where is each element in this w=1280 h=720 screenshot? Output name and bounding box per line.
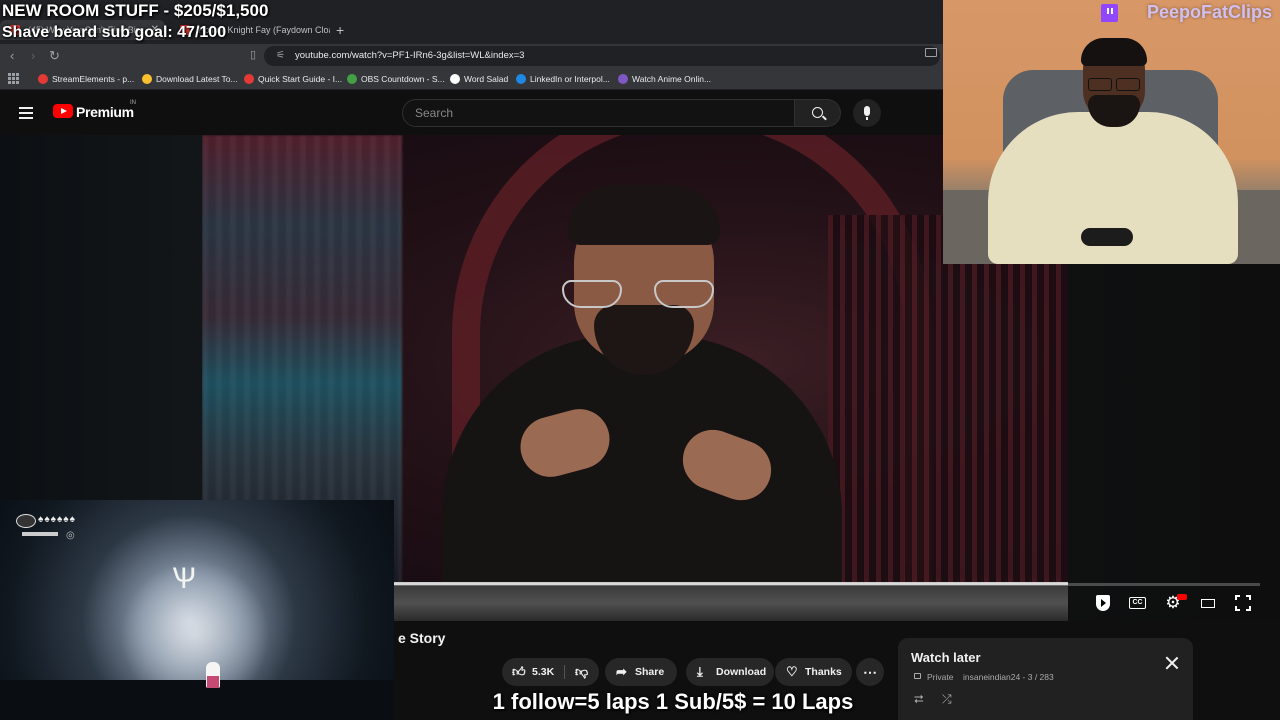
url-field[interactable]: ⚟ youtube.com/watch?v=PF1-IRn6-3g&list=W… <box>264 46 940 66</box>
reload-icon[interactable]: ↻ <box>49 48 60 64</box>
divider <box>564 665 565 679</box>
streamer-hair <box>1081 38 1147 66</box>
clips-channel-name: PeepoFatClips <box>1146 2 1272 22</box>
cast-icon[interactable] <box>925 48 937 57</box>
bookmark-favicon-icon <box>450 74 460 84</box>
twitch-icon <box>1101 4 1118 22</box>
site-info-icon[interactable]: ⚟ <box>276 46 285 66</box>
close-icon[interactable] <box>1165 656 1179 670</box>
captions-icon: CC <box>1129 597 1146 609</box>
bookshelf-right <box>828 215 1068 585</box>
bookmark-item[interactable]: Watch Anime Onlin... <box>618 68 711 90</box>
menu-icon[interactable] <box>19 107 33 119</box>
bookmark-favicon-icon <box>244 74 254 84</box>
url-text: youtube.com/watch?v=PF1-IRn6-3g&list=WL&… <box>295 50 525 61</box>
bookmark-label: Download Latest To... <box>156 74 238 84</box>
voice-search-button[interactable] <box>853 99 881 127</box>
game-capture: Ѱ ♠♠♠♠♠♠ ◎ <box>0 500 394 720</box>
presenter-hair <box>568 185 720 245</box>
soul-bar <box>22 532 58 536</box>
video-title: e Story <box>398 630 446 646</box>
bookmark-label: Quick Start Guide - I... <box>258 74 343 84</box>
bookmark-favicon-icon <box>618 74 628 84</box>
share-icon: ➦ <box>616 664 627 679</box>
back-icon[interactable]: ‹ <box>10 48 14 64</box>
download-icon: ⤓ <box>697 664 703 679</box>
share-button[interactable]: ➦ Share <box>605 658 677 686</box>
game-emblem-icon: Ѱ <box>172 562 196 595</box>
search-icon <box>812 107 823 118</box>
bookmark-favicon-icon <box>38 74 48 84</box>
playlist-meta: insaneindian24 - 3 / 283 <box>963 672 1054 682</box>
captions-button[interactable]: CC <box>1128 593 1148 613</box>
bookmark-item[interactable]: Quick Start Guide - I... <box>244 68 342 90</box>
thanks-label: Thanks <box>805 666 842 678</box>
knight-cloak <box>207 676 219 688</box>
more-actions-button[interactable]: ⋯ <box>856 658 884 686</box>
privacy-label: Private <box>927 672 954 682</box>
bookmark-label: Word Salad <box>464 74 509 84</box>
health-masks-icon: ♠♠♠♠♠♠ <box>38 514 76 525</box>
bookmark-favicon-icon <box>516 74 526 84</box>
share-label: Share <box>635 666 665 678</box>
sponsorblock-icon[interactable] <box>1093 593 1113 613</box>
bookmark-item[interactable]: Download Latest To... <box>142 68 238 90</box>
search-button[interactable] <box>795 99 841 127</box>
bookmark-item[interactable]: LinkedIn or Interpol... <box>516 68 610 90</box>
like-count[interactable]: 5.3K <box>532 658 554 686</box>
download-label: Download <box>716 666 767 678</box>
hd-badge <box>1177 594 1187 600</box>
forward-icon[interactable]: › <box>31 48 35 64</box>
video-desk-bottom <box>394 585 1068 621</box>
laps-ticker: 1 follow=5 laps 1 Sub/5$ = 10 Laps <box>492 689 854 714</box>
youtube-brand[interactable]: Premium <box>76 104 134 120</box>
theater-icon <box>1201 599 1215 608</box>
fullscreen-button[interactable] <box>1233 593 1253 613</box>
heart-dollar-icon: ♡ <box>786 664 798 679</box>
search-input[interactable] <box>403 100 794 126</box>
bookmark-item[interactable]: StreamElements - p... <box>38 68 134 90</box>
youtube-header: Premium IN <box>0 91 943 135</box>
privacy-badge: Private <box>914 672 953 682</box>
game-controller <box>1081 228 1133 246</box>
webcam-overlay: PeepoFatClips <box>943 0 1280 264</box>
search-box[interactable] <box>402 99 795 127</box>
youtube-logo-icon[interactable] <box>53 104 73 118</box>
microphone-icon <box>864 106 870 120</box>
bookmark-label: OBS Countdown - S... <box>361 74 445 84</box>
dislike-icon[interactable]: 👎︎ <box>575 658 588 686</box>
bookmark-favicon-icon <box>347 74 357 84</box>
bookmark-label: LinkedIn or Interpol... <box>530 74 610 84</box>
bookmark-label: StreamElements - p... <box>52 74 135 84</box>
progress-bar[interactable] <box>394 583 1260 586</box>
room-goal-text: NEW ROOM STUFF - $205/$1,500 <box>2 1 269 20</box>
presenter-glasses <box>562 280 732 310</box>
stream-screen: (45) Why You Can't Find Bira ✕ Hollow Kn… <box>0 0 1280 720</box>
thanks-button[interactable]: ♡ Thanks <box>775 658 852 686</box>
bookmark-item[interactable]: OBS Countdown - S... <box>347 68 445 90</box>
bookmark-icon[interactable]: ▯ <box>250 48 256 61</box>
bookmarks-bar: StreamElements - p... Download Latest To… <box>0 68 943 90</box>
geo-icon: ◎ <box>66 530 75 541</box>
new-tab-button[interactable]: + <box>336 20 344 40</box>
download-button[interactable]: ⤓ Download <box>686 658 774 686</box>
bookmark-item[interactable]: Word Salad <box>450 68 508 90</box>
sub-goal-text: Shave beard sub goal: 47/100 <box>2 24 227 41</box>
playlist-title[interactable]: Watch later <box>911 650 981 665</box>
apps-grid-icon[interactable] <box>8 73 19 84</box>
lock-icon <box>914 673 921 679</box>
like-icon[interactable]: 👍︎ <box>512 658 526 686</box>
like-dislike-group: 👍︎ 5.3K 👎︎ <box>502 658 599 686</box>
theater-mode-button[interactable] <box>1198 593 1218 613</box>
address-bar-row: ‹ › ↻ ▯ ⚟ youtube.com/watch?v=PF1-IRn6-3… <box>0 44 943 68</box>
region-code: IN <box>130 100 136 106</box>
bookmark-favicon-icon <box>142 74 152 84</box>
bookmark-label: Watch Anime Onlin... <box>632 74 712 84</box>
soul-vessel-icon <box>16 514 36 528</box>
streamer-glasses <box>1086 78 1142 92</box>
